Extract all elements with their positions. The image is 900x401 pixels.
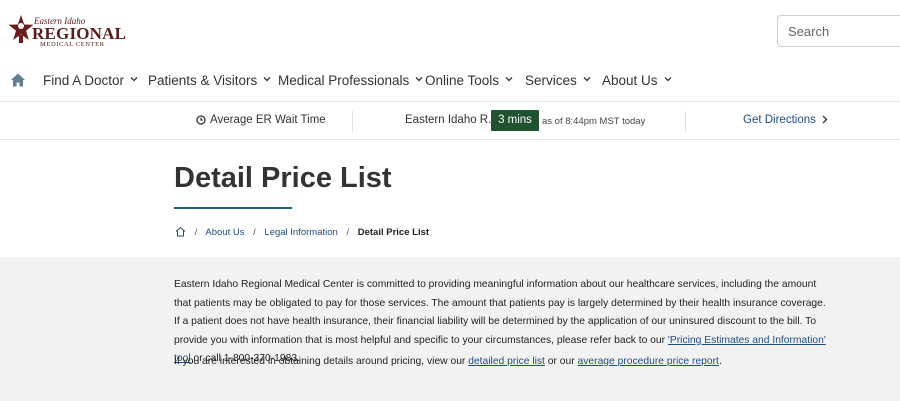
breadcrumb-current: Detail Price List — [357, 227, 430, 238]
er-wait-time-badge: 3 mins — [491, 110, 539, 131]
detailed-price-list-link[interactable]: detailed price list — [468, 356, 545, 367]
search-input[interactable] — [777, 15, 900, 47]
nav-item-label: About Us — [602, 73, 658, 88]
average-procedure-price-link[interactable]: average procedure price report — [578, 356, 719, 367]
page-title: Detail Price List — [174, 162, 392, 194]
home-icon[interactable] — [10, 72, 26, 88]
er-divider — [352, 111, 353, 132]
breadcrumb-about-us[interactable]: About Us — [205, 227, 244, 238]
pricing-mid: or our — [544, 356, 578, 367]
nav-item-find-a-doctor[interactable]: Find A Doctor — [43, 73, 138, 88]
home-icon[interactable] — [175, 226, 186, 237]
breadcrumb: / About Us / Legal Information / Detail … — [175, 226, 429, 240]
pricing-tail: . — [718, 356, 722, 367]
nav-item-label: Services — [525, 73, 577, 88]
logo-line3: MEDICAL CENTER — [40, 41, 105, 48]
er-hospital-select[interactable]: Eastern Idaho R... — [405, 114, 498, 126]
title-underline — [174, 207, 292, 209]
get-directions-label: Get Directions — [743, 114, 816, 126]
breadcrumb-separator: / — [194, 227, 198, 238]
main-nav: Find A Doctor Patients & Visitors Medica… — [0, 62, 900, 102]
er-wait-label-text: Average ER Wait Time — [210, 114, 326, 126]
site-logo[interactable]: Eastern Idaho REGIONAL MEDICAL CENTER — [8, 14, 126, 50]
chevron-down-icon — [583, 77, 591, 82]
er-wait-bar: Average ER Wait Time Eastern Idaho R... … — [0, 103, 900, 140]
chevron-down-icon — [263, 77, 271, 82]
er-wait-label: Average ER Wait Time — [196, 114, 326, 126]
er-as-of-text: as of 8:44pm MST today — [542, 116, 646, 127]
chevron-down-icon — [415, 77, 423, 82]
nav-item-label: Online Tools — [425, 73, 500, 88]
pricing-paragraph: If you are interested in obtaining detai… — [174, 353, 834, 372]
chevron-down-icon — [664, 77, 671, 82]
nav-item-label: Medical Professionals — [278, 73, 410, 88]
breadcrumb-legal-information[interactable]: Legal Information — [264, 227, 337, 238]
nav-item-label: Find A Doctor — [43, 73, 125, 88]
star-logo-icon — [8, 15, 34, 43]
nav-item-online-tools[interactable]: Online Tools — [425, 73, 513, 88]
nav-item-label: Patients & Visitors — [148, 73, 258, 88]
nav-item-services[interactable]: Services — [525, 73, 591, 88]
chevron-down-icon — [130, 77, 138, 82]
pricing-text: If you are interested in obtaining detai… — [174, 356, 469, 367]
get-directions-link[interactable]: Get Directions — [743, 114, 828, 126]
breadcrumb-separator: / — [346, 227, 350, 238]
clock-icon — [196, 115, 206, 125]
nav-item-patients-visitors[interactable]: Patients & Visitors — [148, 73, 271, 88]
breadcrumb-separator: / — [253, 227, 256, 238]
chevron-right-icon — [822, 115, 828, 124]
er-divider — [685, 111, 686, 132]
site-header: Eastern Idaho REGIONAL MEDICAL CENTER — [0, 0, 900, 62]
chevron-down-icon — [505, 77, 513, 82]
nav-item-medical-professionals[interactable]: Medical Professionals — [278, 73, 423, 88]
nav-item-about-us[interactable]: About Us — [602, 73, 672, 88]
